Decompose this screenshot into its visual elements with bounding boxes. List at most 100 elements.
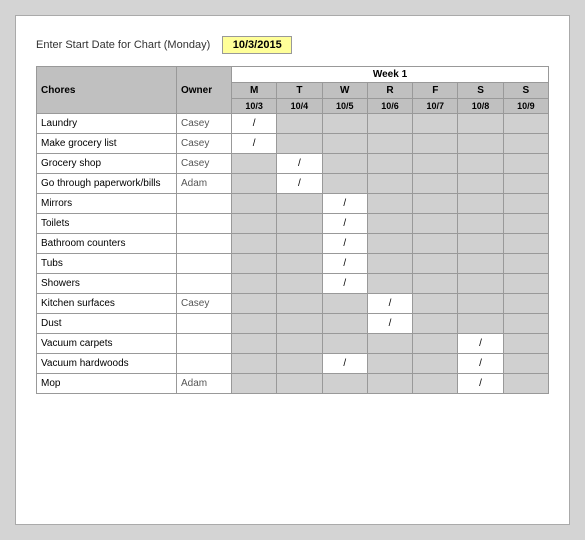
day-cell <box>413 194 458 214</box>
day-cell <box>367 254 412 274</box>
day-cell <box>232 254 277 274</box>
table-row: MopAdam / <box>37 374 549 394</box>
day-cell <box>367 114 412 134</box>
day-cell <box>367 374 412 394</box>
owner-cell <box>177 354 232 374</box>
day-cell <box>503 214 548 234</box>
owner-cell <box>177 214 232 234</box>
owner-cell <box>177 274 232 294</box>
chore-cell: Toilets <box>37 214 177 234</box>
day-cell: / <box>322 274 367 294</box>
day-cell: / <box>322 234 367 254</box>
day-cell: / <box>367 314 412 334</box>
day-cell: / <box>322 354 367 374</box>
header-label: Enter Start Date for Chart (Monday) <box>36 39 210 51</box>
day-cell <box>503 314 548 334</box>
owner-cell <box>177 194 232 214</box>
day-cell <box>232 294 277 314</box>
table-row: Toilets/ <box>37 214 549 234</box>
day-cell <box>503 134 548 154</box>
day-cell <box>458 214 503 234</box>
day-cell <box>367 334 412 354</box>
day-cell <box>413 374 458 394</box>
owner-cell: Casey <box>177 114 232 134</box>
day-cell <box>367 174 412 194</box>
chore-cell: Showers <box>37 274 177 294</box>
day-cell <box>277 334 322 354</box>
table-row: Showers / <box>37 274 549 294</box>
day-cell <box>503 374 548 394</box>
day-cell <box>503 154 548 174</box>
day-cell <box>277 194 322 214</box>
owner-cell: Casey <box>177 134 232 154</box>
chore-cell: Mop <box>37 374 177 394</box>
day-cell <box>232 154 277 174</box>
table-row: LaundryCasey/ <box>37 114 549 134</box>
day-cell <box>503 294 548 314</box>
day-cell <box>413 234 458 254</box>
day-cell <box>367 194 412 214</box>
day-cell <box>322 174 367 194</box>
chore-cell: Go through paperwork/bills <box>37 174 177 194</box>
day-cell <box>458 154 503 174</box>
day-cell <box>458 194 503 214</box>
day-cell <box>232 314 277 334</box>
date-108: 10/8 <box>458 99 503 114</box>
day-cell <box>322 314 367 334</box>
day-cell <box>503 274 548 294</box>
day-cell <box>413 114 458 134</box>
day-cell: / <box>232 114 277 134</box>
day-cell <box>277 234 322 254</box>
day-cell <box>413 274 458 294</box>
day-cell <box>413 254 458 274</box>
day-cell <box>277 134 322 154</box>
date-104: 10/4 <box>277 99 322 114</box>
day-cell <box>458 314 503 334</box>
day-cell <box>503 354 548 374</box>
date-105: 10/5 <box>322 99 367 114</box>
day-cell <box>503 234 548 254</box>
day-cell <box>277 114 322 134</box>
chore-cell: Make grocery list <box>37 134 177 154</box>
day-W: W <box>322 83 367 99</box>
day-cell <box>277 374 322 394</box>
owner-cell: Adam <box>177 374 232 394</box>
day-cell <box>232 214 277 234</box>
day-cell <box>277 294 322 314</box>
day-cell: / <box>458 334 503 354</box>
day-cell: / <box>322 194 367 214</box>
table-row: Make grocery listCasey/ <box>37 134 549 154</box>
table-row: Vacuum carpets/ <box>37 334 549 354</box>
day-cell <box>277 214 322 234</box>
day-cell <box>322 374 367 394</box>
table-row: Kitchen surfacesCasey/ <box>37 294 549 314</box>
table-row: Go through paperwork/billsAdam/ <box>37 174 549 194</box>
day-cell <box>413 214 458 234</box>
day-cell <box>458 114 503 134</box>
day-cell <box>458 174 503 194</box>
start-date-input[interactable]: 10/3/2015 <box>222 36 292 54</box>
day-cell <box>413 354 458 374</box>
day-cell <box>503 254 548 274</box>
owner-cell <box>177 234 232 254</box>
chore-cell: Dust <box>37 314 177 334</box>
day-cell: / <box>232 134 277 154</box>
day-cell <box>413 294 458 314</box>
day-cell: / <box>458 354 503 374</box>
day-cell <box>413 174 458 194</box>
day-T: T <box>277 83 322 99</box>
owner-cell: Casey <box>177 294 232 314</box>
day-cell <box>322 154 367 174</box>
table-row: Bathroom counters/ <box>37 234 549 254</box>
day-cell <box>367 274 412 294</box>
chore-cell: Kitchen surfaces <box>37 294 177 314</box>
day-cell <box>458 294 503 314</box>
week-header: Week 1 <box>232 67 549 83</box>
day-cell <box>367 234 412 254</box>
day-cell <box>277 274 322 294</box>
day-cell <box>232 234 277 254</box>
chore-cell: Tubs <box>37 254 177 274</box>
table-row: Tubs/ <box>37 254 549 274</box>
day-cell: / <box>458 374 503 394</box>
day-cell <box>458 254 503 274</box>
